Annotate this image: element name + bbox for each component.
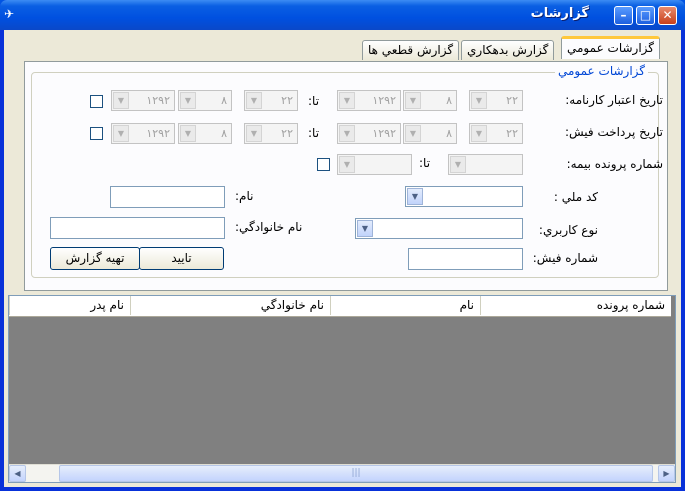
- insurance-file-checkbox[interactable]: [317, 158, 330, 171]
- chevron-down-icon[interactable]: ▼: [471, 92, 487, 109]
- scroll-right-button[interactable]: ▶: [658, 465, 675, 482]
- workbook-date-to-month[interactable]: ▼ ۸: [178, 90, 232, 111]
- close-button[interactable]: ✕: [658, 6, 677, 25]
- first-name-label: نام:: [235, 189, 254, 203]
- insurance-file-label: شماره پرونده بيمه:: [566, 157, 663, 171]
- last-name-label: نام خانوادگي:: [235, 220, 303, 234]
- workbook-date-from-year[interactable]: ▼ ۱۲۹۲: [337, 90, 401, 111]
- chevron-down-icon[interactable]: ▼: [113, 92, 129, 109]
- chevron-down-icon[interactable]: ▼: [450, 156, 466, 173]
- insurance-file-to[interactable]: ▼: [337, 154, 412, 175]
- chevron-down-icon[interactable]: ▼: [339, 125, 355, 142]
- confirm-button[interactable]: تاييد: [139, 247, 224, 270]
- maximize-icon: □: [639, 8, 652, 22]
- scroll-thumb[interactable]: |||: [59, 465, 653, 482]
- receipt-date-to-year[interactable]: ▼ ۱۲۹۲: [111, 123, 175, 144]
- chevron-down-icon[interactable]: ▼: [405, 92, 421, 109]
- workbook-date-to-day[interactable]: ▼ ۲۲: [244, 90, 298, 111]
- chevron-down-icon[interactable]: ▼: [407, 188, 423, 205]
- chevron-left-icon: ◀: [14, 469, 21, 478]
- tab-cutoff-report[interactable]: گزارش قطعي ها: [362, 40, 460, 60]
- chevron-down-icon[interactable]: ▼: [405, 125, 421, 142]
- user-type-label: نوع كاربري:: [538, 223, 598, 237]
- general-reports-group: گزارشات عمومي تاريخ اعتبار كارنامه: ▼ ۲۲ …: [31, 64, 663, 278]
- tab-general-reports[interactable]: گزارشات عمومي: [561, 36, 661, 59]
- user-type-combo[interactable]: ▼: [355, 218, 523, 239]
- chevron-down-icon[interactable]: ▼: [180, 92, 196, 109]
- receipt-number-label: شماره فيش:: [532, 251, 598, 265]
- chevron-down-icon[interactable]: ▼: [180, 125, 196, 142]
- national-code-label: كد ملي :: [553, 190, 598, 204]
- receipt-date-to-day[interactable]: ▼ ۲۲: [244, 123, 298, 144]
- receipt-date-from-year[interactable]: ▼ ۱۲۹۲: [337, 123, 401, 144]
- receipt-number-input[interactable]: [408, 248, 523, 270]
- report-window: ✈ گزارشات – □ ✕ گزارشات عمومي گزارش بدهك…: [0, 0, 685, 491]
- receipt-date-from-day[interactable]: ▼ ۲۲: [469, 123, 523, 144]
- grid-header: شماره پرونده نام نام خانوادگي نام پدر: [9, 296, 671, 317]
- workbook-date-to-year[interactable]: ▼ ۱۲۹۲: [111, 90, 175, 111]
- national-code-combo[interactable]: ▼: [405, 186, 523, 207]
- column-header-last-name[interactable]: نام خانوادگي: [130, 296, 330, 315]
- results-grid[interactable]: شماره پرونده نام نام خانوادگي نام پدر ◀ …: [8, 295, 676, 483]
- scroll-left-button[interactable]: ◀: [9, 465, 26, 482]
- chevron-down-icon[interactable]: ▼: [339, 92, 355, 109]
- first-name-input[interactable]: [110, 186, 225, 208]
- column-header-first-name[interactable]: نام: [330, 296, 480, 315]
- minimize-button[interactable]: –: [614, 6, 633, 25]
- receipt-date-from-month[interactable]: ▼ ۸: [403, 123, 457, 144]
- tab-debt-report[interactable]: گزارش بدهكاري: [461, 40, 555, 60]
- column-header-father-name[interactable]: نام پدر: [9, 296, 130, 315]
- prepare-report-button[interactable]: تهيه گزارش: [50, 247, 140, 270]
- chevron-down-icon[interactable]: ▼: [339, 156, 355, 173]
- receipt-date-to-month[interactable]: ▼ ۸: [178, 123, 232, 144]
- chevron-down-icon[interactable]: ▼: [246, 92, 262, 109]
- chevron-down-icon[interactable]: ▼: [113, 125, 129, 142]
- close-icon: ✕: [662, 8, 673, 22]
- window-title: گزارشات: [530, 6, 589, 21]
- title-bar[interactable]: ✈ گزارشات – □ ✕: [0, 0, 685, 30]
- chevron-down-icon[interactable]: ▼: [246, 125, 262, 142]
- workbook-date-label: تاريخ اعتبار كارنامه:: [565, 93, 663, 107]
- insurance-file-to-label: تا:: [419, 156, 431, 170]
- chevron-right-icon: ▶: [663, 469, 670, 478]
- receipt-date-label: تاريخ پرداخت فيش:: [564, 125, 663, 139]
- receipt-date-to-label: تا:: [308, 126, 320, 140]
- column-header-file-number[interactable]: شماره پرونده: [480, 296, 671, 315]
- grip-icon: |||: [351, 468, 361, 478]
- window-client-area: گزارشات عمومي گزارش بدهكاري گزارش قطعي ه…: [4, 30, 681, 487]
- workbook-date-checkbox[interactable]: [90, 95, 103, 108]
- workbook-date-to-label: تا:: [308, 94, 320, 108]
- app-icon[interactable]: ✈: [4, 7, 22, 21]
- chevron-down-icon[interactable]: ▼: [357, 220, 373, 237]
- receipt-date-checkbox[interactable]: [90, 127, 103, 140]
- insurance-file-from[interactable]: ▼: [448, 154, 523, 175]
- workbook-date-from-month[interactable]: ▼ ۸: [403, 90, 457, 111]
- group-title: گزارشات عمومي: [554, 64, 648, 78]
- maximize-button[interactable]: □: [636, 6, 655, 25]
- chevron-down-icon[interactable]: ▼: [471, 125, 487, 142]
- horizontal-scrollbar[interactable]: ◀ ||| ▶: [9, 464, 675, 482]
- tab-page-general: گزارشات عمومي تاريخ اعتبار كارنامه: ▼ ۲۲ …: [24, 61, 668, 291]
- last-name-input[interactable]: [50, 217, 225, 239]
- minimize-icon: –: [620, 8, 627, 22]
- workbook-date-from-day[interactable]: ▼ ۲۲: [469, 90, 523, 111]
